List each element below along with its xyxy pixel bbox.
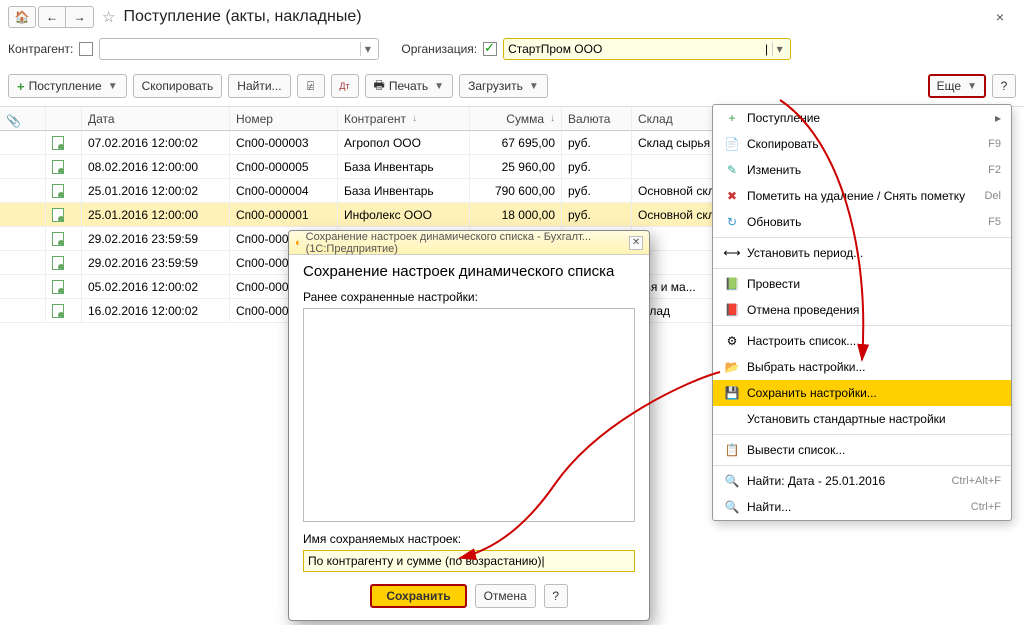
col-currency[interactable]: Валюта <box>562 107 632 131</box>
close-icon[interactable]: × <box>996 9 1004 25</box>
menu-refresh[interactable]: ↻ОбновитьF5 <box>713 209 1011 235</box>
receipt-button[interactable]: Поступление▼ <box>8 74 127 98</box>
counterparty-combo[interactable]: ▾ <box>99 38 379 60</box>
menu-post[interactable]: 📗Провести <box>713 271 1011 297</box>
menu-receipt[interactable]: +Поступление <box>713 105 1011 131</box>
menu-edit[interactable]: ✎ИзменитьF2 <box>713 157 1011 183</box>
more-button[interactable]: Еще▼ <box>928 74 986 98</box>
col-attach[interactable]: 📎 <box>0 107 46 131</box>
org-value: СтартПром ООО <box>508 42 767 56</box>
dialog-save-button[interactable]: Сохранить <box>370 584 466 608</box>
dialog-help-button[interactable]: ? <box>544 584 568 608</box>
menu-output-list[interactable]: 📋Вывести список... <box>713 437 1011 463</box>
dialog-close-icon[interactable]: ✕ <box>629 236 643 250</box>
clear-find-button[interactable]: ⍯ <box>297 74 325 98</box>
org-label: Организация: <box>401 42 477 56</box>
col-number[interactable]: Номер <box>230 107 338 131</box>
nav-forward-button[interactable]: → <box>66 6 94 28</box>
menu-find[interactable]: 🔍Найти...Ctrl+F <box>713 494 1011 520</box>
load-button[interactable]: Загрузить▼ <box>459 74 548 98</box>
find-button[interactable]: Найти... <box>228 74 290 98</box>
menu-period[interactable]: ⟷Установить период... <box>713 240 1011 266</box>
saved-settings-listbox[interactable] <box>303 308 635 522</box>
dialog-titlebar: Сохранение настроек динамического списка… <box>306 231 629 255</box>
copy-button[interactable]: Скопировать <box>133 74 223 98</box>
nav-home-button[interactable]: 🏠 <box>8 6 36 28</box>
settings-name-input[interactable]: По контрагенту и сумме (по возрастанию)| <box>303 550 635 572</box>
menu-choose-settings[interactable]: 📂Выбрать настройки... <box>713 354 1011 380</box>
menu-find-date[interactable]: 🔍Найти: Дата - 25.01.2016Ctrl+Alt+F <box>713 468 1011 494</box>
counterparty-checkbox[interactable] <box>79 42 93 56</box>
print-button[interactable]: 🖶 Печать▼ <box>365 74 454 98</box>
col-icon <box>46 107 82 131</box>
saved-settings-label: Ранее сохраненные настройки: <box>303 290 635 304</box>
menu-unpost[interactable]: 📕Отмена проведения <box>713 297 1011 323</box>
counterparty-label: Контрагент: <box>8 42 73 56</box>
dialog-title: Сохранение настроек динамического списка <box>303 263 635 280</box>
favorite-star-icon[interactable]: ☆ <box>102 8 115 26</box>
settings-name-label: Имя сохраняемых настроек: <box>303 532 635 546</box>
menu-save-settings[interactable]: 💾Сохранить настройки... <box>713 380 1011 406</box>
menu-setup-list[interactable]: ⚙Настроить список... <box>713 328 1011 354</box>
menu-copy[interactable]: 📄СкопироватьF9 <box>713 131 1011 157</box>
nav-back-button[interactable]: ← <box>38 6 66 28</box>
save-settings-dialog: ◐ Сохранение настроек динамического спис… <box>288 230 650 621</box>
col-counterparty[interactable]: Контрагент↓ <box>338 107 470 131</box>
page-title: Поступление (акты, накладные) <box>123 8 361 26</box>
menu-default-settings[interactable]: Установить стандартные настройки <box>713 406 1011 432</box>
col-sum[interactable]: Сумма↓ <box>470 107 562 131</box>
dt-kt-button[interactable]: Дт <box>331 74 359 98</box>
col-date[interactable]: Дата <box>82 107 230 131</box>
menu-mark[interactable]: ✖Пометить на удаление / Снять пометкуDel <box>713 183 1011 209</box>
help-button[interactable]: ? <box>992 74 1016 98</box>
more-menu: +Поступление 📄СкопироватьF9 ✎ИзменитьF2 … <box>712 104 1012 521</box>
dialog-cancel-button[interactable]: Отмена <box>475 584 536 608</box>
org-checkbox[interactable] <box>483 42 497 56</box>
org-combo[interactable]: СтартПром ООО | ▾ <box>503 38 791 60</box>
